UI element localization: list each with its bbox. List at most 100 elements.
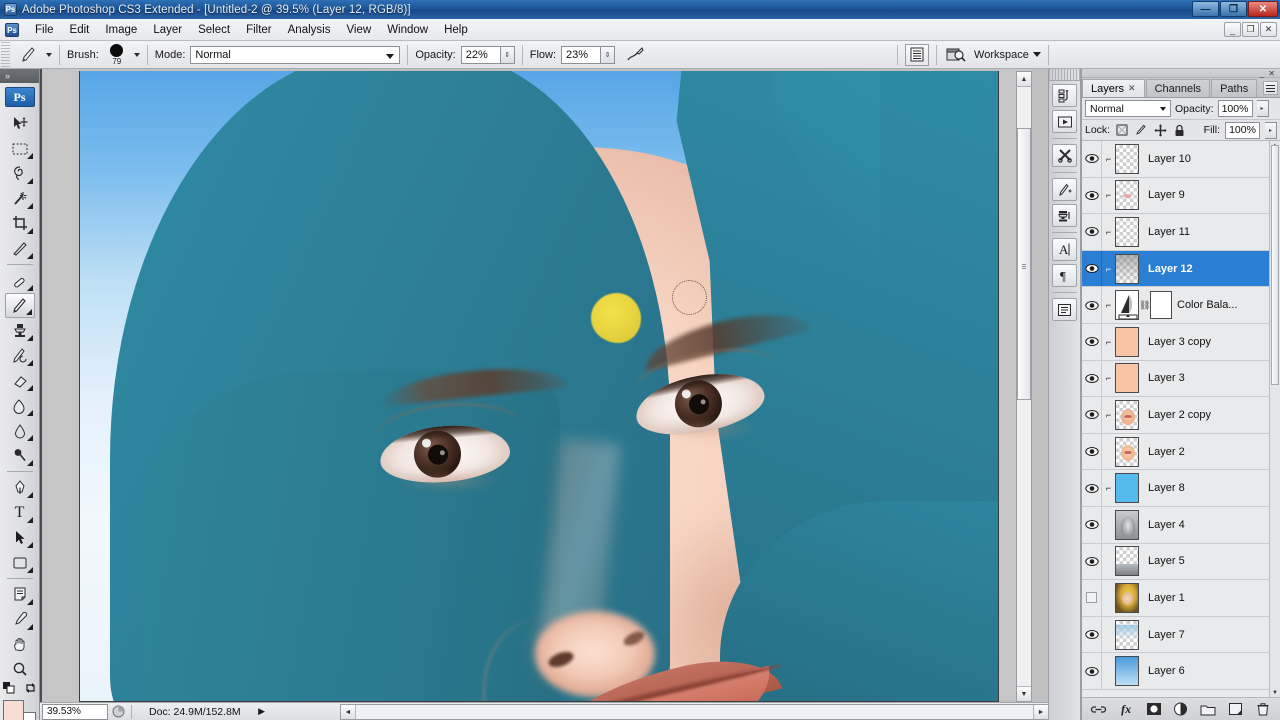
doc-minimize-button[interactable]: _	[1224, 22, 1241, 37]
layer-visibility-toggle[interactable]	[1082, 653, 1102, 689]
blur-tool[interactable]	[5, 418, 35, 443]
layer-thumbnail[interactable]	[1115, 473, 1139, 504]
actions-icon[interactable]	[1052, 110, 1077, 133]
tab-layers-close-icon[interactable]: ✕	[1128, 83, 1136, 94]
layers-list[interactable]: ⌐ Layer 10 ⌐ Layer 9 ⌐ Layer 11 ⌐ Layer …	[1082, 141, 1280, 698]
character-icon[interactable]: A	[1052, 238, 1077, 261]
layer-visibility-toggle[interactable]	[1082, 397, 1102, 433]
layer-blend-mode-select[interactable]: Normal	[1085, 100, 1171, 117]
layer-mask-button[interactable]	[1145, 700, 1163, 718]
pen-tool[interactable]	[5, 475, 35, 500]
airbrush-icon[interactable]	[623, 44, 647, 66]
layer-style-button[interactable]: fx	[1117, 700, 1135, 718]
zoom-tool[interactable]	[5, 657, 35, 682]
layer-visibility-toggle[interactable]	[1082, 580, 1102, 616]
scroll-down-arrow-icon[interactable]: ▼	[1017, 686, 1031, 701]
layer-visibility-toggle[interactable]	[1082, 543, 1102, 580]
layer-thumbnail[interactable]	[1115, 253, 1139, 284]
layer-visibility-toggle[interactable]	[1082, 616, 1102, 653]
vertical-scroll-thumb[interactable]	[1017, 128, 1031, 400]
layer-name[interactable]: Layer 8	[1148, 482, 1185, 494]
link-layers-button[interactable]	[1090, 700, 1108, 718]
crop-tool[interactable]	[5, 211, 35, 236]
tool-presets-icon[interactable]	[1052, 144, 1077, 167]
layer-name[interactable]: Layer 11	[1148, 226, 1190, 238]
canvas-vertical-scrollbar[interactable]: ▲ ▼	[1016, 71, 1032, 702]
layer-thumbnail[interactable]	[1115, 363, 1139, 394]
layer-visibility-toggle[interactable]	[1082, 141, 1102, 177]
table-row[interactable]: ⌐ Layer 11	[1082, 214, 1280, 251]
tab-channels[interactable]: Channels	[1145, 79, 1211, 97]
lock-all-icon[interactable]	[1172, 123, 1186, 137]
eraser-tool[interactable]	[5, 368, 35, 393]
options-bar-grip[interactable]	[1, 41, 10, 68]
layer-thumbnail[interactable]	[1115, 509, 1139, 540]
menu-layer[interactable]: Layer	[145, 20, 190, 40]
layer-name[interactable]: Layer 5	[1148, 555, 1185, 567]
layer-thumbnail[interactable]	[1115, 582, 1139, 613]
history-icon[interactable]	[1052, 84, 1077, 107]
layer-visibility-toggle[interactable]	[1082, 506, 1102, 543]
table-row[interactable]: Layer 7	[1082, 616, 1280, 654]
layer-fill-input[interactable]: 100%	[1225, 121, 1260, 139]
doc-close-button[interactable]: ✕	[1260, 22, 1277, 37]
layer-name[interactable]: Layer 7	[1148, 629, 1185, 641]
default-colors-icon[interactable]	[2, 682, 16, 694]
move-tool[interactable]	[5, 111, 35, 136]
layer-thumbnail[interactable]	[1115, 326, 1139, 357]
layer-name[interactable]: Layer 3	[1148, 372, 1185, 384]
layer-visibility-toggle[interactable]	[1082, 433, 1102, 470]
type-tool[interactable]: T	[5, 500, 35, 525]
layer-visibility-toggle[interactable]	[1082, 287, 1102, 323]
layer-name[interactable]: Layer 2 copy	[1148, 409, 1211, 421]
canvas-horizontal-scrollbar[interactable]: ◄ ►	[340, 704, 1048, 720]
clone-stamp-tool[interactable]	[5, 318, 35, 343]
layer-name[interactable]: Layer 4	[1148, 519, 1185, 531]
clone-source-icon[interactable]	[1052, 204, 1077, 227]
dodge-tool[interactable]	[5, 443, 35, 468]
menu-image[interactable]: Image	[97, 20, 145, 40]
dock-grip[interactable]	[1049, 69, 1080, 81]
layer-visibility-toggle[interactable]	[1082, 360, 1102, 397]
info-icon[interactable]	[1052, 298, 1077, 321]
menu-view[interactable]: View	[338, 20, 379, 40]
layer-name[interactable]: Layer 12	[1148, 263, 1193, 275]
brush-tool[interactable]	[4, 293, 35, 318]
layer-thumbnail[interactable]	[1115, 216, 1139, 247]
history-brush-tool[interactable]	[5, 343, 35, 368]
active-tool-icon-brush[interactable]	[14, 43, 44, 67]
mask-link-icon[interactable]: ⛓	[1139, 300, 1150, 311]
tool-preset-chevron-down-icon[interactable]	[46, 52, 52, 57]
flow-input[interactable]: 23%	[561, 45, 602, 64]
adjustment-layer-thumbnail[interactable]	[1115, 290, 1139, 321]
panel-minimize-icons[interactable]: _ ✕	[1260, 69, 1276, 78]
path-selection-tool[interactable]	[5, 525, 35, 550]
delete-layer-button[interactable]	[1254, 700, 1272, 718]
layer-visibility-toggle[interactable]	[1082, 214, 1102, 250]
layer-mask-thumbnail[interactable]	[1150, 291, 1172, 320]
table-row[interactable]: ⌐ Layer 10	[1082, 141, 1280, 178]
layer-thumbnail[interactable]	[1115, 619, 1139, 650]
layer-fill-slider-arrow-icon[interactable]: ▸	[1265, 121, 1277, 139]
adjustment-layer-button[interactable]	[1172, 700, 1190, 718]
lock-image-pixels-icon[interactable]	[1134, 123, 1148, 137]
opacity-slider-arrow-icon[interactable]: ⇕	[500, 45, 515, 64]
layer-name[interactable]: Layer 6	[1148, 665, 1185, 677]
menu-select[interactable]: Select	[190, 20, 238, 40]
opacity-input[interactable]: 22%	[460, 45, 501, 64]
menu-window[interactable]: Window	[379, 20, 436, 40]
scroll-up-arrow-icon[interactable]: ▲	[1017, 72, 1031, 87]
lock-transparent-pixels-icon[interactable]	[1115, 123, 1129, 137]
minimize-button[interactable]: —	[1192, 1, 1219, 17]
status-popup-arrow-icon[interactable]: ▶	[255, 704, 269, 720]
brushes-icon[interactable]	[1052, 178, 1077, 201]
layer-thumbnail[interactable]	[1115, 436, 1139, 467]
layer-name[interactable]: Layer 9	[1148, 189, 1185, 201]
table-row[interactable]: ⌐ ⛓ Color Bala...	[1082, 287, 1280, 324]
menu-analysis[interactable]: Analysis	[280, 20, 339, 40]
table-row[interactable]: Layer 5	[1082, 543, 1280, 581]
preview-thumbnail-icon[interactable]	[108, 704, 128, 720]
layer-opacity-input[interactable]: 100%	[1217, 100, 1253, 117]
layer-visibility-toggle[interactable]	[1082, 177, 1102, 214]
table-row[interactable]: ⌐ Layer 3 copy	[1082, 323, 1280, 361]
